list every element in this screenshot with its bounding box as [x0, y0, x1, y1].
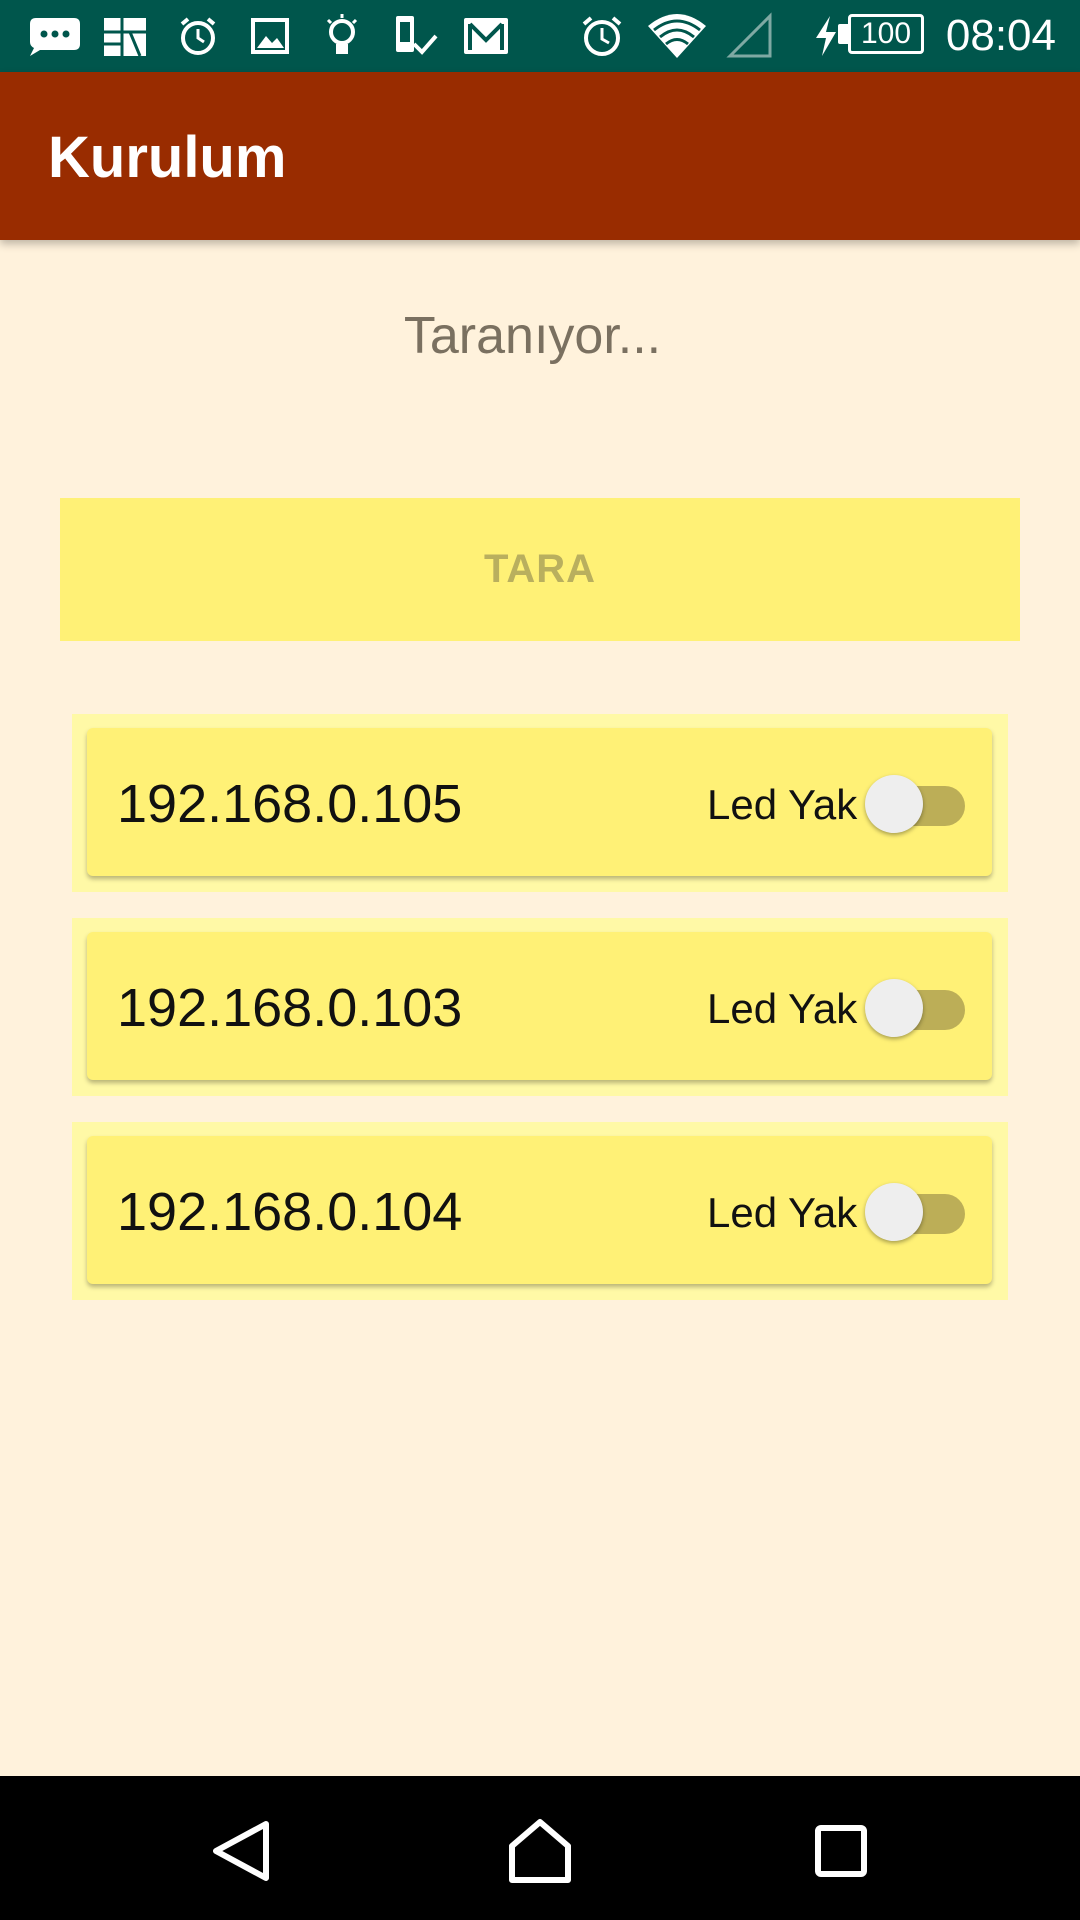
- clock: 08:04: [945, 11, 1056, 60]
- battery-level: 100: [848, 14, 924, 54]
- list-item: 192.168.0.104 Led Yak: [72, 1122, 1008, 1300]
- device-card: 192.168.0.105 Led Yak: [87, 728, 992, 876]
- led-switch-label: Led Yak: [707, 781, 858, 828]
- switch-thumb: [865, 775, 923, 833]
- photo-collage-icon: [100, 14, 150, 58]
- app-bar: Kurulum: [0, 72, 1080, 240]
- led-switch[interactable]: [865, 976, 971, 1038]
- status-bar: 100 08:04: [0, 0, 1080, 72]
- led-switch[interactable]: [865, 772, 971, 834]
- recents-icon[interactable]: [800, 1816, 880, 1886]
- back-icon[interactable]: [200, 1816, 280, 1886]
- home-icon[interactable]: [500, 1816, 580, 1886]
- led-switch-label: Led Yak: [707, 1189, 858, 1236]
- switch-thumb: [865, 979, 923, 1037]
- navigation-bar: [0, 1776, 1080, 1920]
- scan-button[interactable]: TARA: [60, 498, 1020, 641]
- signal-icon: [726, 12, 774, 58]
- page-title: Kurulum: [48, 125, 287, 190]
- list-item: 192.168.0.105 Led Yak: [72, 714, 1008, 892]
- battery-icon: [838, 24, 848, 44]
- device-ip: 192.168.0.104: [117, 1182, 463, 1242]
- wifi-icon: [646, 14, 708, 58]
- image-icon: [248, 14, 292, 58]
- led-switch[interactable]: [865, 1180, 971, 1242]
- chat-icon: [26, 14, 82, 58]
- switch-thumb: [865, 1183, 923, 1241]
- alarm-clock-icon: [578, 14, 626, 58]
- mail-icon: [462, 14, 510, 58]
- device-check-icon: [392, 14, 440, 58]
- scan-status-text: Taranıyor...: [403, 307, 662, 365]
- device-card: 192.168.0.103 Led Yak: [87, 932, 992, 1080]
- device-ip: 192.168.0.105: [117, 774, 463, 834]
- alarm-icon: [176, 14, 220, 58]
- led-switch-label: Led Yak: [707, 985, 858, 1032]
- lightbulb-icon: [322, 14, 362, 58]
- list-item: 192.168.0.103 Led Yak: [72, 918, 1008, 1096]
- charging-icon: [812, 14, 840, 58]
- device-ip: 192.168.0.103: [117, 978, 463, 1038]
- device-card: 192.168.0.104 Led Yak: [87, 1136, 992, 1284]
